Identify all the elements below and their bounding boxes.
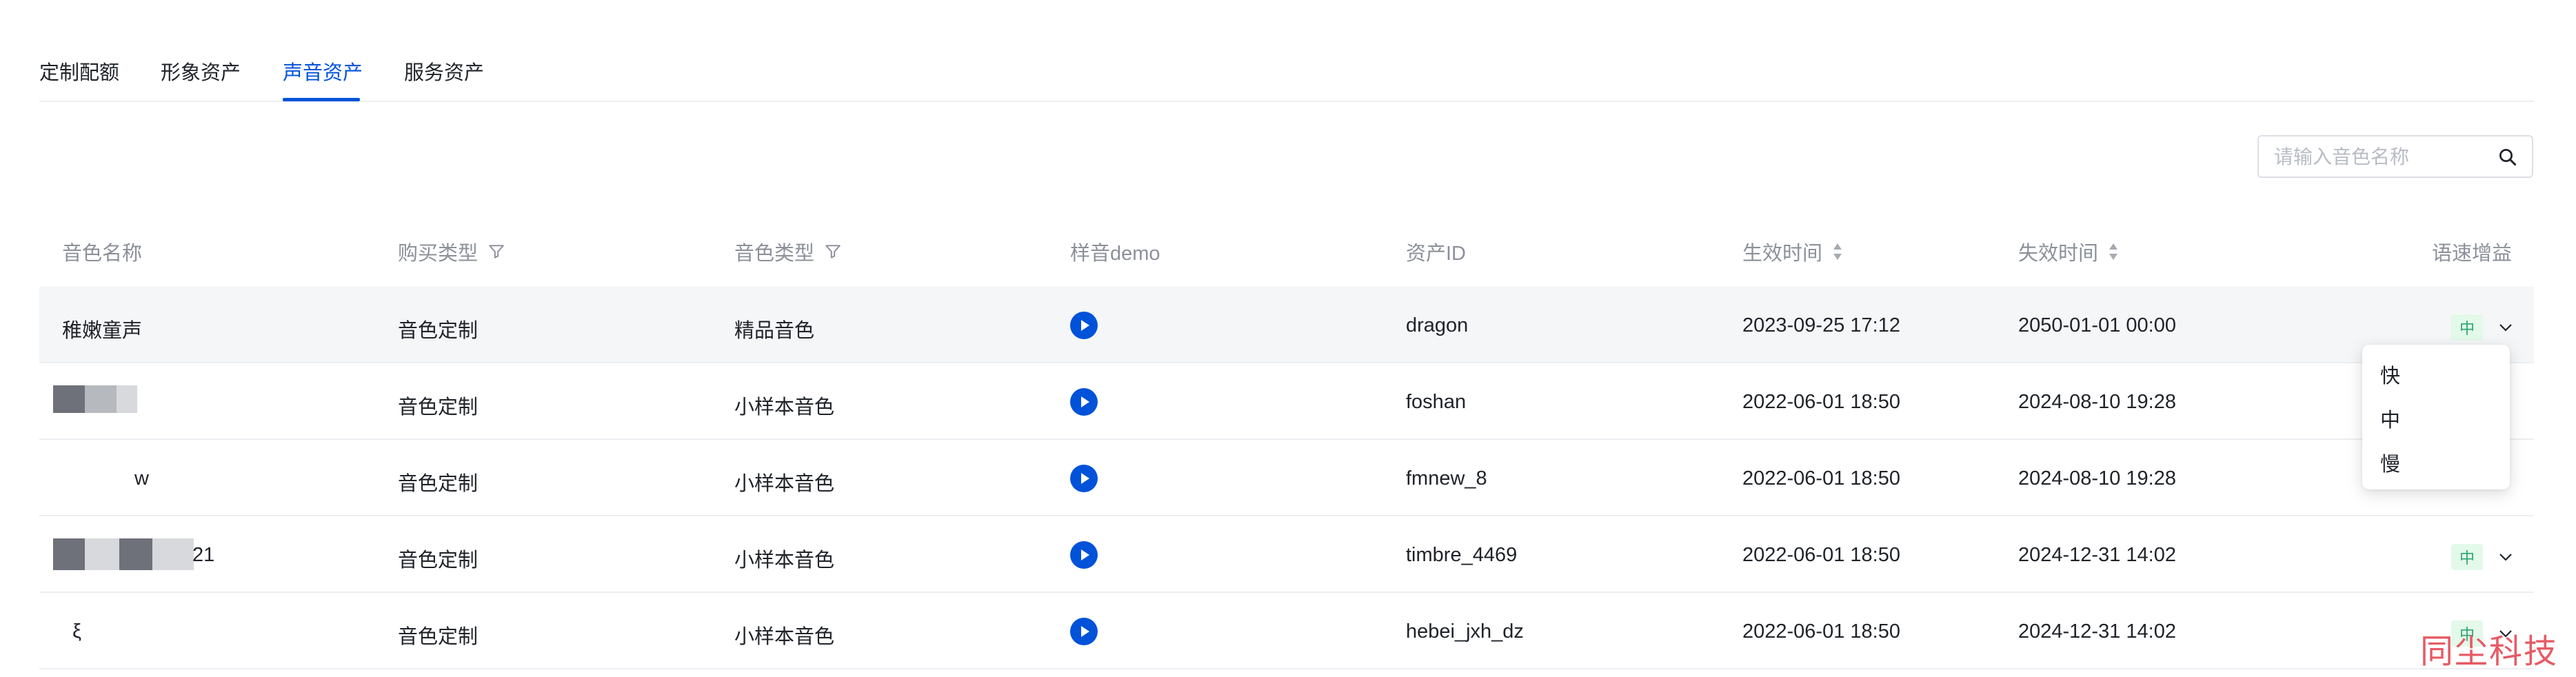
voice-search-box — [2257, 135, 2533, 178]
end-time-cell: 2050-01-01 00:00 — [2018, 314, 2176, 336]
voice-name-cell: 21 — [192, 544, 215, 566]
col-header-asset-id: 资产ID — [1406, 237, 1466, 266]
redacted-name — [85, 538, 119, 570]
play-icon[interactable] — [1070, 388, 1098, 416]
start-time-cell: 2022-06-01 18:50 — [1742, 620, 1900, 643]
table-row[interactable]: ξ 音色定制 小样本音色 hebei_jxh_dz 2022-06-01 18:… — [39, 593, 2534, 669]
end-time-cell: 2024-12-31 14:02 — [2018, 544, 2176, 566]
asset-id-cell: timbre_4469 — [1406, 544, 1518, 566]
col-header-name: 音色名称 — [62, 237, 142, 266]
tab-avatar-assets[interactable]: 形象资产 — [161, 57, 241, 85]
redacted-name — [117, 385, 137, 413]
voice-type-cell: 小样本音色 — [734, 549, 835, 572]
purchase-type-cell: 音色定制 — [398, 320, 479, 342]
start-time-cell: 2022-06-01 18:50 — [1742, 391, 1900, 413]
voice-type-cell: 小样本音色 — [734, 396, 835, 418]
redacted-name — [152, 538, 194, 570]
voice-type-cell: 精品音色 — [734, 320, 815, 342]
redacted-name — [53, 385, 85, 413]
end-time-cell: 2024-12-31 14:02 — [2018, 620, 2176, 643]
tab-quota[interactable]: 定制配额 — [39, 57, 119, 85]
speed-option-slow[interactable]: 慢 — [2362, 443, 2510, 487]
voice-name-cell: w — [134, 467, 149, 489]
redacted-name — [53, 538, 85, 570]
chevron-down-icon — [2499, 324, 2512, 332]
col-header-end-time: 失效时间 — [2018, 237, 2119, 266]
watermark-text: 同尘科技 — [2420, 632, 2559, 671]
tab-service-assets[interactable]: 服务资产 — [404, 57, 484, 85]
voice-name-cell: 稚嫩童声 — [62, 320, 143, 342]
purchase-type-cell: 音色定制 — [398, 549, 479, 572]
voice-search-input[interactable] — [2274, 145, 2481, 170]
table-row[interactable]: w 音色定制 小样本音色 fmnew_8 2022-06-01 18:50 20… — [39, 440, 2534, 516]
speed-option-medium[interactable]: 中 — [2362, 398, 2510, 443]
start-time-cell: 2022-06-01 18:50 — [1742, 467, 1900, 489]
col-header-name-label: 音色名称 — [62, 243, 143, 265]
sort-icon[interactable] — [1832, 242, 1843, 261]
asset-id-cell: foshan — [1406, 391, 1467, 413]
voice-type-cell: 小样本音色 — [734, 626, 835, 648]
speed-gain-select[interactable]: 中 — [2451, 544, 2513, 570]
col-header-purchase-type: 购买类型 — [398, 237, 505, 266]
end-time-cell: 2024-08-10 19:28 — [2018, 467, 2176, 489]
active-tab-indicator — [283, 98, 360, 101]
voice-name-cell: ξ — [72, 620, 81, 643]
start-time-cell: 2022-06-01 18:50 — [1742, 544, 1900, 566]
speed-badge: 中 — [2451, 544, 2483, 570]
asset-tabs: 定制配额 形象资产 声音资产 服务资产 — [39, 41, 2534, 102]
play-icon[interactable] — [1070, 618, 1098, 645]
purchase-type-cell: 音色定制 — [398, 396, 479, 418]
col-header-speed-gain: 语速增益 — [2432, 237, 2512, 266]
play-icon[interactable] — [1070, 541, 1098, 569]
table-row[interactable]: 21 音色定制 小样本音色 timbre_4469 2022-06-01 18:… — [39, 516, 2534, 593]
play-icon[interactable] — [1070, 465, 1098, 492]
chevron-down-icon — [2499, 554, 2512, 561]
start-time-cell: 2023-09-25 17:12 — [1742, 314, 1900, 336]
table-header: 音色名称 购买类型 音色类型 样音demo 资产ID 生效时间 失效时间 语速增… — [39, 211, 2534, 287]
col-header-start-time: 生效时间 — [1742, 237, 1843, 266]
col-header-asset-id-label: 资产ID — [1406, 243, 1467, 265]
col-header-demo: 样音demo — [1070, 237, 1160, 266]
col-header-voice-type: 音色类型 — [734, 237, 842, 266]
asset-id-cell: hebei_jxh_dz — [1406, 620, 1524, 643]
play-icon[interactable] — [1070, 312, 1098, 339]
asset-id-cell: fmnew_8 — [1406, 467, 1487, 489]
voice-asset-table: 音色名称 购买类型 音色类型 样音demo 资产ID 生效时间 失效时间 语速增… — [39, 211, 2534, 669]
col-header-voice-type-label: 音色类型 — [734, 243, 815, 265]
table-row[interactable]: 音色定制 小样本音色 foshan 2022-06-01 18:50 2024-… — [39, 363, 2534, 440]
voice-type-cell: 小样本音色 — [734, 473, 835, 495]
sort-icon[interactable] — [2108, 242, 2119, 261]
speed-gain-select[interactable]: 中 — [2451, 314, 2513, 341]
col-header-speed-gain-label: 语速增益 — [2431, 243, 2512, 265]
filter-icon[interactable] — [487, 243, 505, 261]
search-icon[interactable] — [2497, 147, 2518, 168]
col-header-start-time-label: 生效时间 — [1742, 243, 1823, 265]
end-time-cell: 2024-08-10 19:28 — [2018, 391, 2176, 413]
col-header-demo-label: 样音demo — [1070, 243, 1160, 265]
redacted-name — [85, 385, 117, 413]
table-row[interactable]: 稚嫩童声 音色定制 精品音色 dragon 2023-09-25 17:12 2… — [39, 287, 2534, 363]
redacted-name — [119, 538, 152, 570]
speed-option-fast[interactable]: 快 — [2362, 354, 2510, 398]
col-header-purchase-type-label: 购买类型 — [398, 243, 479, 265]
purchase-type-cell: 音色定制 — [398, 626, 479, 648]
tab-voice-assets[interactable]: 声音资产 — [283, 57, 363, 85]
asset-id-cell: dragon — [1406, 314, 1469, 336]
col-header-end-time-label: 失效时间 — [2018, 243, 2099, 265]
speed-dropdown-menu: 快 中 慢 — [2362, 345, 2510, 489]
filter-icon[interactable] — [824, 243, 842, 261]
speed-badge: 中 — [2451, 314, 2483, 341]
purchase-type-cell: 音色定制 — [398, 473, 479, 495]
